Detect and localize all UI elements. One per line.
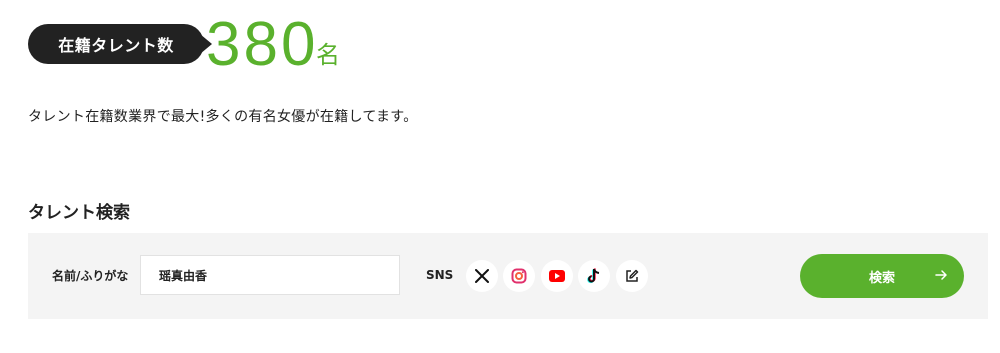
name-input[interactable] bbox=[140, 255, 400, 295]
search-button[interactable]: 検索 bbox=[800, 254, 964, 298]
search-button-label: 検索 bbox=[868, 270, 895, 286]
tiktok-icon bbox=[587, 268, 600, 284]
sns-instagram-button[interactable] bbox=[503, 260, 535, 292]
talent-count-badge: 在籍タレント数 bbox=[28, 24, 204, 64]
sns-blog-button[interactable] bbox=[616, 260, 648, 292]
talent-count-number: 380 bbox=[206, 10, 319, 79]
sns-youtube-button[interactable] bbox=[541, 260, 573, 292]
youtube-icon bbox=[549, 270, 565, 282]
search-panel: 名前/ふりがな SNS 検索 bbox=[28, 233, 988, 319]
section-title: タレント検索 bbox=[28, 203, 130, 223]
sns-x-button[interactable] bbox=[466, 260, 498, 292]
lead-text: タレント在籍数業界で最大!多くの有名女優が在籍してます。 bbox=[28, 109, 418, 125]
instagram-icon bbox=[511, 268, 527, 284]
sns-tiktok-button[interactable] bbox=[578, 260, 610, 292]
x-icon bbox=[475, 269, 489, 283]
blog-edit-icon bbox=[626, 269, 639, 282]
talent-count-unit: 名 bbox=[316, 41, 340, 69]
name-label: 名前/ふりがな bbox=[52, 269, 129, 283]
sns-label: SNS bbox=[426, 268, 454, 282]
arrow-right-icon bbox=[935, 270, 947, 280]
